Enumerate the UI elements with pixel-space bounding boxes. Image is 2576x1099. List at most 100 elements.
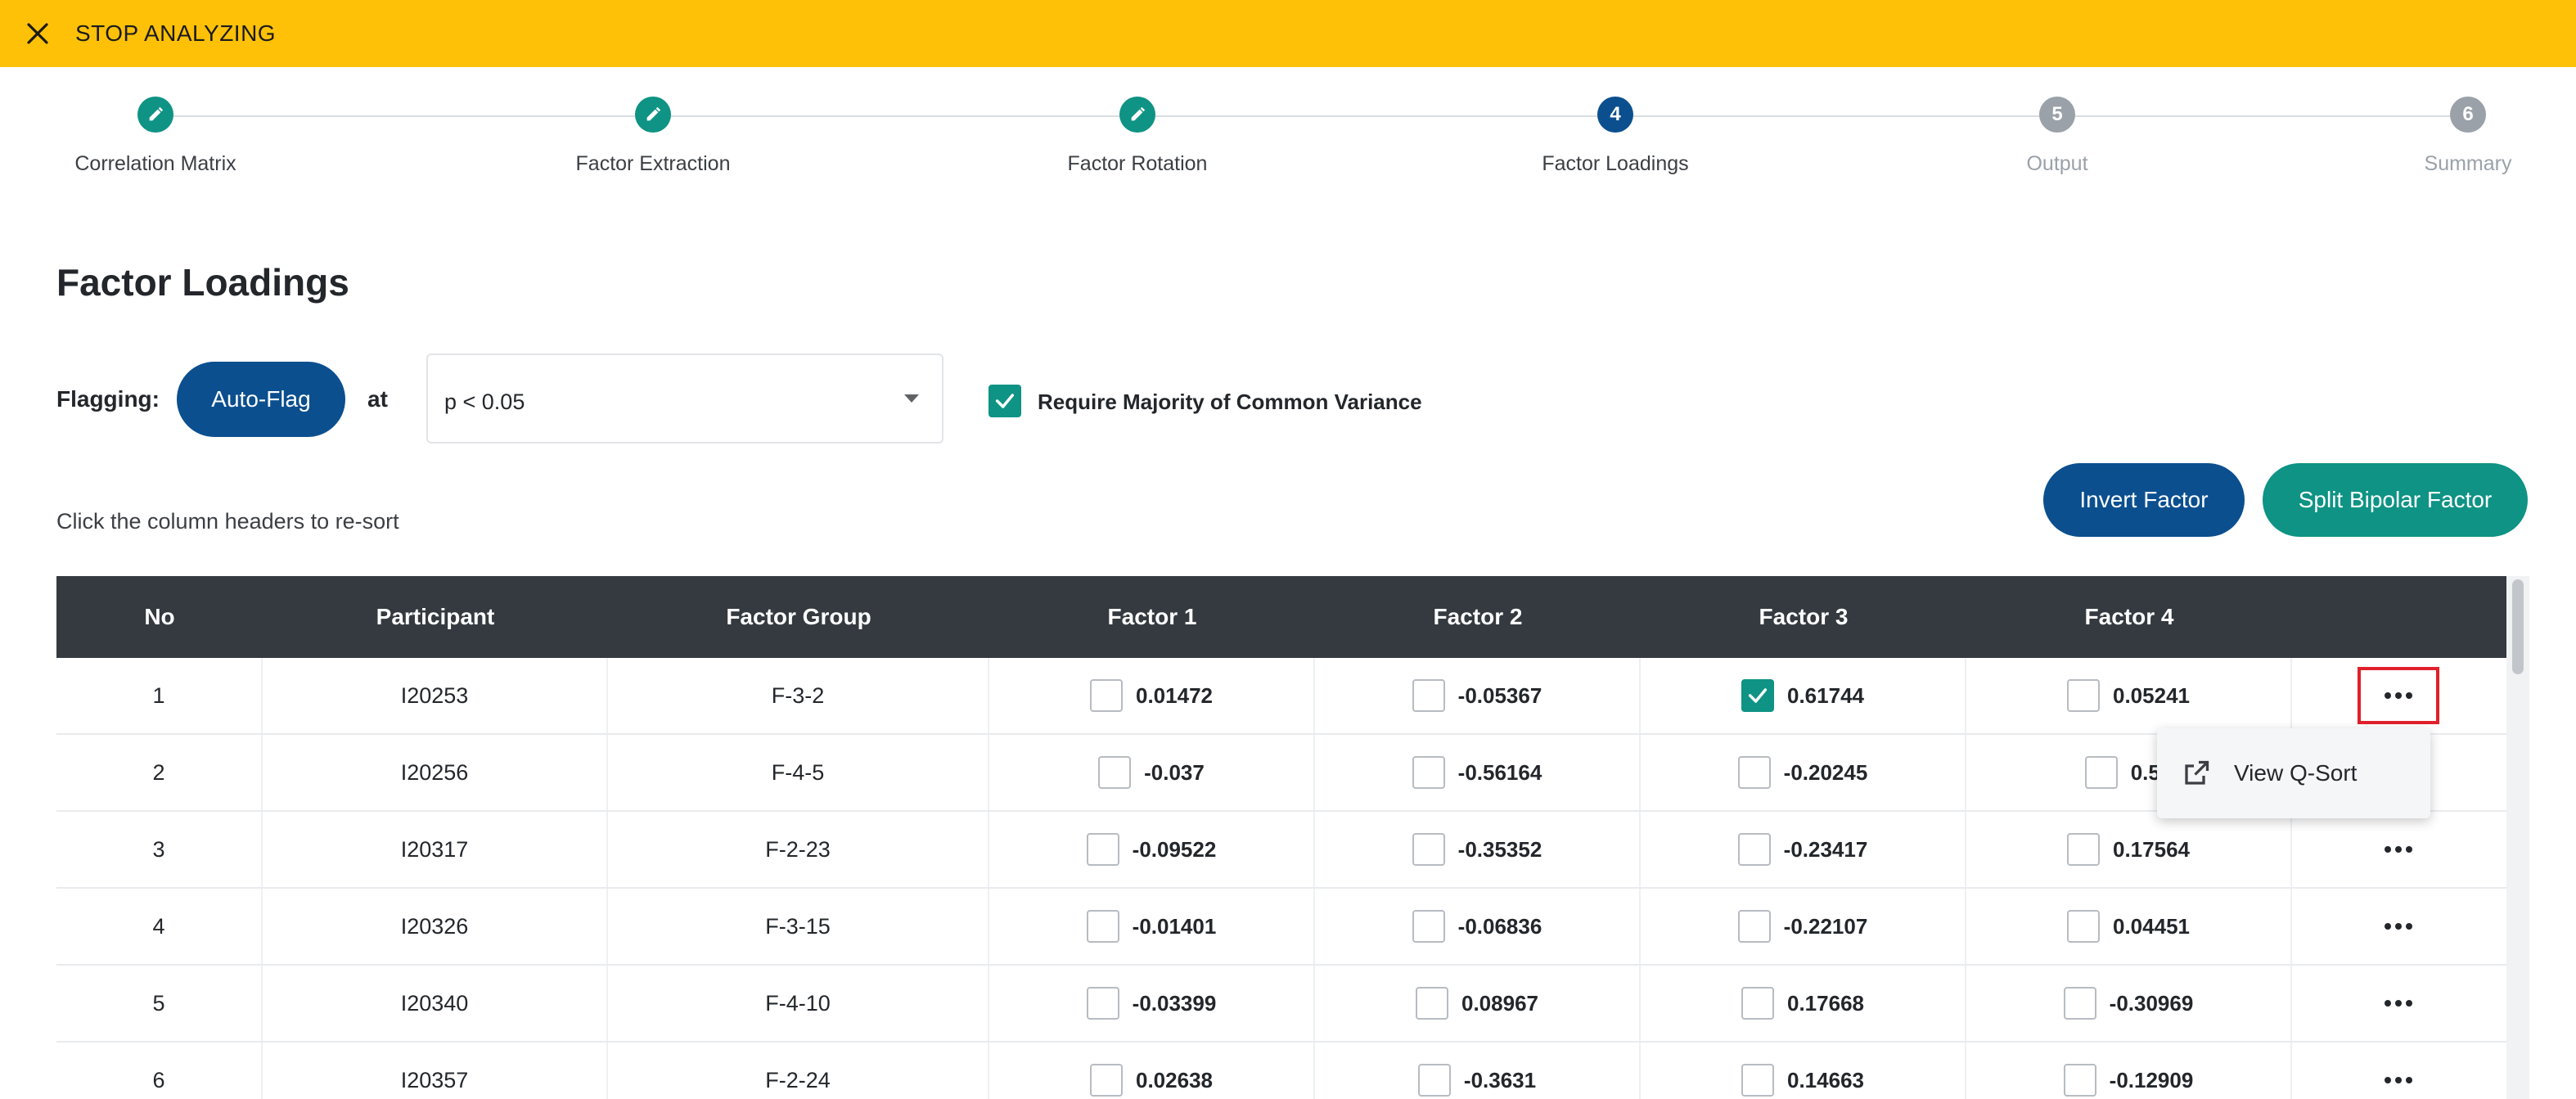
- more-options-icon[interactable]: [2358, 975, 2439, 1032]
- cell-factor-1: -0.09522: [989, 812, 1315, 887]
- chevron-down-icon: [904, 394, 919, 403]
- factor-loading: -0.12909: [2063, 1064, 2193, 1097]
- cell-participant: I20326: [263, 889, 608, 964]
- loading-value: -0.3631: [1463, 1067, 1537, 1092]
- cell-no: 6: [56, 1043, 263, 1099]
- flag-checkbox[interactable]: [1086, 910, 1119, 943]
- loading-value: 0.08967: [1461, 990, 1538, 1016]
- cell-factor-1: 0.02638: [989, 1043, 1315, 1099]
- step-label: Output: [2026, 152, 2088, 175]
- cell-factor-4: -0.30969: [1966, 966, 2292, 1041]
- flag-checkbox[interactable]: [2084, 756, 2118, 789]
- flag-checkbox[interactable]: [2067, 833, 2100, 866]
- table-body: 1 I20253 F-3-2 0.01472 -0.05367 0.61744 0.0524…: [56, 658, 2506, 1099]
- header-factor-1[interactable]: Factor 1: [989, 604, 1315, 630]
- flag-checkbox[interactable]: [1086, 833, 1119, 866]
- header-factor-2[interactable]: Factor 2: [1315, 604, 1641, 630]
- factor-loading: 0.14663: [1741, 1064, 1864, 1097]
- flag-checkbox[interactable]: [1737, 756, 1771, 789]
- flag-checkbox[interactable]: [1090, 1064, 1123, 1097]
- flag-checkbox[interactable]: [2067, 910, 2100, 943]
- step-label: Factor Loadings: [1542, 152, 1689, 175]
- significance-value: p < 0.05: [444, 390, 525, 414]
- cell-factor-group: F-3-2: [608, 658, 989, 733]
- flag-checkbox[interactable]: [1737, 833, 1771, 866]
- cell-factor-3: 0.61744: [1641, 658, 1966, 733]
- more-options-icon[interactable]: [2358, 667, 2439, 724]
- header-participant[interactable]: Participant: [263, 604, 608, 630]
- cell-factor-2: 0.08967: [1315, 966, 1641, 1041]
- header-factor-group[interactable]: Factor Group: [608, 604, 989, 630]
- flag-checkbox[interactable]: [1098, 756, 1132, 789]
- cell-factor-2: -0.35352: [1315, 812, 1641, 887]
- majority-variance-label[interactable]: Require Majority of Common Variance: [1038, 390, 1422, 415]
- flag-checkbox[interactable]: [1086, 987, 1119, 1020]
- step-factor-loadings[interactable]: 4 Factor Loadings: [1452, 97, 1779, 176]
- step-factor-extraction[interactable]: Factor Extraction: [489, 97, 817, 176]
- cell-factor-1: 0.01472: [989, 658, 1315, 733]
- close-icon[interactable]: [21, 17, 54, 50]
- factor-loading: -0.30969: [2063, 987, 2193, 1020]
- loading-value: 0.14663: [1787, 1067, 1864, 1092]
- flag-checkbox[interactable]: [1412, 679, 1445, 712]
- row-action-menu[interactable]: View Q-Sort: [2157, 728, 2430, 818]
- cell-factor-group: F-3-15: [608, 889, 989, 964]
- cell-factor-4: 0.17564: [1966, 812, 2292, 887]
- flag-checkbox[interactable]: [2067, 679, 2100, 712]
- flag-checkbox[interactable]: [1412, 910, 1445, 943]
- header-factor-4[interactable]: Factor 4: [1966, 604, 2292, 630]
- loading-value: -0.037: [1144, 759, 1205, 785]
- factor-loading: -0.35352: [1412, 833, 1542, 866]
- table-row: 3 I20317 F-2-23 -0.09522 -0.35352 -0.23417 0.1…: [56, 812, 2506, 889]
- cell-actions: [2292, 966, 2505, 1041]
- factor-loading: -0.037: [1098, 756, 1205, 789]
- factor-loading: 0.17564: [2067, 833, 2190, 866]
- at-label: at: [367, 386, 388, 412]
- factor-loading: 0.02638: [1090, 1064, 1213, 1097]
- step-factor-rotation[interactable]: Factor Rotation: [974, 97, 1301, 176]
- table-row: 2 I20256 F-4-5 -0.037 -0.56164 -0.20245 0.59: [56, 735, 2506, 812]
- flag-checkbox[interactable]: [1412, 833, 1445, 866]
- flag-checkbox[interactable]: [2063, 987, 2096, 1020]
- loading-value: 0.01472: [1136, 682, 1213, 708]
- more-options-icon[interactable]: [2358, 898, 2439, 955]
- step-output[interactable]: 5 Output: [1894, 97, 2221, 176]
- header-no[interactable]: No: [56, 604, 263, 630]
- split-bipolar-factor-button[interactable]: Split Bipolar Factor: [2263, 463, 2528, 537]
- flag-checkbox[interactable]: [1090, 679, 1123, 712]
- header-factor-3[interactable]: Factor 3: [1641, 604, 1966, 630]
- flag-checkbox[interactable]: [1737, 910, 1771, 943]
- invert-factor-button[interactable]: Invert Factor: [2043, 463, 2245, 537]
- flag-checkbox[interactable]: [1412, 756, 1445, 789]
- more-options-icon[interactable]: [2358, 821, 2439, 878]
- factor-loading: -0.05367: [1412, 679, 1542, 712]
- auto-flag-button[interactable]: Auto-Flag: [177, 362, 345, 437]
- loading-value: 0.02638: [1136, 1067, 1213, 1092]
- more-options-icon[interactable]: [2358, 1052, 2439, 1099]
- factor-loading: 0.01472: [1090, 679, 1213, 712]
- cell-participant: I20357: [263, 1043, 608, 1099]
- step-summary[interactable]: 6 Summary: [2304, 97, 2576, 176]
- cell-factor-4: 0.05241: [1966, 658, 2292, 733]
- view-qsort-menu-item[interactable]: View Q-Sort: [2234, 760, 2357, 786]
- flag-checkbox[interactable]: [1416, 987, 1448, 1020]
- loading-value: -0.03399: [1132, 990, 1217, 1016]
- cell-factor-group: F-4-10: [608, 966, 989, 1041]
- pencil-icon: [635, 97, 671, 133]
- flag-checkbox[interactable]: [1417, 1064, 1451, 1097]
- loading-value: 0.04451: [2113, 913, 2190, 939]
- stop-analyzing-label[interactable]: STOP ANALYZING: [75, 20, 276, 47]
- flag-checkbox[interactable]: [1741, 679, 1774, 712]
- step-correlation-matrix[interactable]: Correlation Matrix: [0, 97, 319, 176]
- flag-checkbox[interactable]: [2063, 1064, 2096, 1097]
- significance-select[interactable]: p < 0.05: [426, 354, 943, 444]
- cell-factor-2: -0.05367: [1315, 658, 1641, 733]
- table-scrollbar-thumb[interactable]: [2512, 579, 2524, 674]
- factor-loading: -0.3631: [1417, 1064, 1537, 1097]
- flag-checkbox[interactable]: [1741, 1064, 1774, 1097]
- majority-variance-checkbox[interactable]: [989, 385, 1021, 417]
- loading-value: 0.17668: [1787, 990, 1864, 1016]
- cell-factor-1: -0.037: [989, 735, 1315, 810]
- cell-factor-3: 0.14663: [1641, 1043, 1966, 1099]
- flag-checkbox[interactable]: [1741, 987, 1774, 1020]
